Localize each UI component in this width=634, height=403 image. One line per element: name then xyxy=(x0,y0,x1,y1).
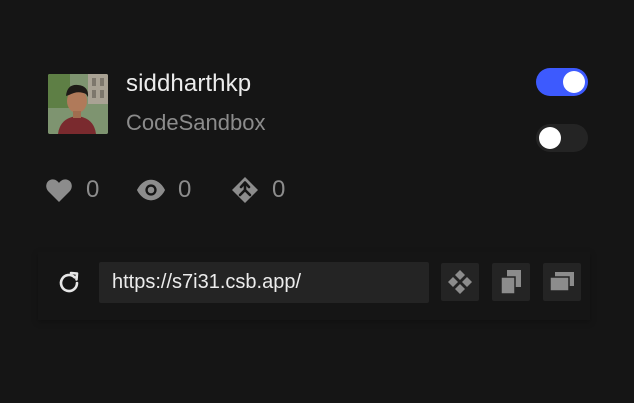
sandbox-embed-card: siddharthkp CodeSandbox 0 0 0 https://s7… xyxy=(0,0,634,403)
copy-icon xyxy=(500,270,521,295)
refresh-icon xyxy=(59,271,79,293)
refresh-button[interactable] xyxy=(54,268,84,298)
toggle-knob xyxy=(563,71,585,93)
fork-icon xyxy=(230,175,260,205)
toggle-switch-on[interactable] xyxy=(536,68,588,96)
heart-icon xyxy=(44,175,74,205)
avatar[interactable] xyxy=(48,74,108,134)
likes-stat[interactable]: 0 xyxy=(44,174,99,206)
team-name: CodeSandbox xyxy=(126,110,266,135)
likes-count: 0 xyxy=(86,176,100,203)
open-sandbox-button[interactable] xyxy=(441,263,479,301)
forks-stat[interactable]: 0 xyxy=(230,174,285,206)
toggle-switch-off[interactable] xyxy=(536,124,588,152)
new-window-button[interactable] xyxy=(543,263,581,301)
open-sandbox-icon xyxy=(448,270,472,294)
new-window-icon xyxy=(549,272,574,292)
username[interactable]: siddharthkp xyxy=(126,70,251,98)
toggle-knob xyxy=(539,127,561,149)
forks-count: 0 xyxy=(272,176,286,203)
views-count: 0 xyxy=(178,176,192,203)
views-stat: 0 xyxy=(136,174,191,206)
eye-icon xyxy=(136,175,166,205)
avatar-image xyxy=(48,74,108,134)
copy-button[interactable] xyxy=(492,263,530,301)
url-input[interactable] xyxy=(99,262,429,303)
